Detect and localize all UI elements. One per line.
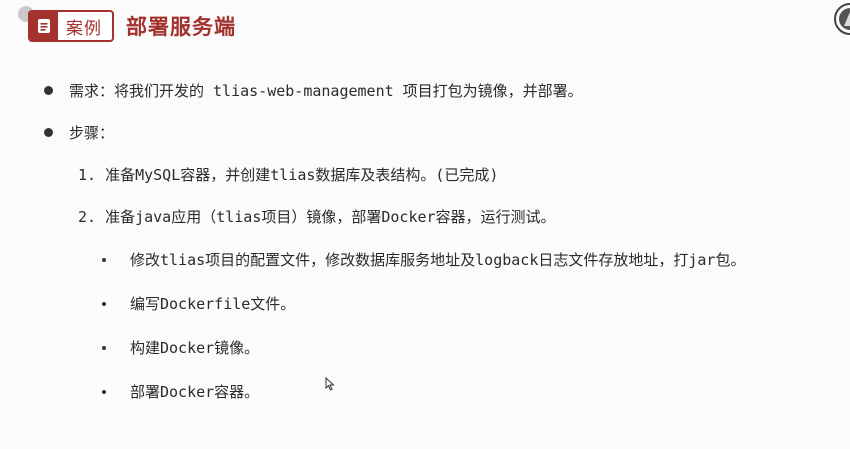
step-item: 2. 准备java应用（tlias项目）镜像，部署Docker容器，运行测试。: [78, 206, 556, 227]
substep-text: 构建Docker镜像。: [130, 339, 260, 357]
bullet-icon: [102, 389, 106, 394]
step-text: 2. 准备java应用（tlias项目）镜像，部署Docker容器，运行测试。: [78, 208, 556, 226]
bullet-icon: [44, 86, 53, 95]
slide-content: 需求：将我们开发的 tlias-web-management 项目打包为镜像，并…: [0, 0, 850, 449]
substep-text: 部署Docker容器。: [130, 383, 260, 401]
bullet-icon: [102, 301, 106, 306]
steps-label: 步骤：: [69, 124, 115, 142]
bullet-icon: [102, 345, 106, 350]
substep-item: 编写Dockerfile文件。: [102, 293, 295, 314]
substep-item: 修改tlias项目的配置文件，修改数据库服务地址及logback日志文件存放地址…: [102, 249, 745, 270]
substep-text: 修改tlias项目的配置文件，修改数据库服务地址及logback日志文件存放地址…: [130, 251, 746, 269]
substep-item: 部署Docker容器。: [102, 381, 259, 402]
requirement-text: 需求：将我们开发的 tlias-web-management 项目打包为镜像，并…: [69, 82, 583, 100]
substep-item: 构建Docker镜像。: [102, 337, 259, 358]
bullet-icon: [102, 257, 106, 262]
substep-text: 编写Dockerfile文件。: [130, 295, 296, 313]
list-item-requirement: 需求：将我们开发的 tlias-web-management 项目打包为镜像，并…: [44, 80, 583, 101]
list-item-steps: 步骤：: [44, 122, 114, 143]
step-item: 1. 准备MySQL容器，并创建tlias数据库及表结构。(已完成): [78, 164, 498, 185]
bullet-icon: [44, 128, 53, 137]
mouse-cursor-icon: [325, 376, 335, 395]
step-text: 1. 准备MySQL容器，并创建tlias数据库及表结构。(已完成): [78, 166, 499, 184]
